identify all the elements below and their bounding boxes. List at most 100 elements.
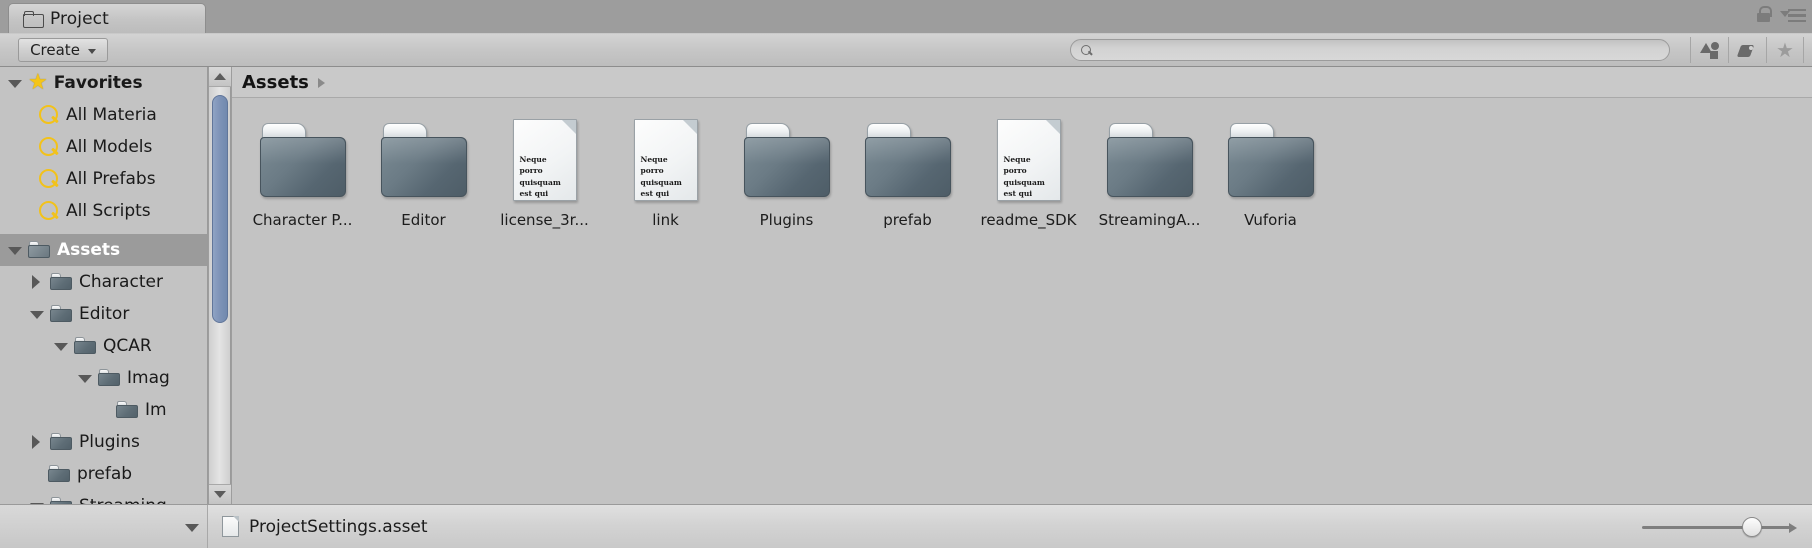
tree-item-label: All Scripts bbox=[66, 201, 151, 221]
create-button-label: Create bbox=[30, 41, 80, 59]
asset-grid: Character P... Editor Neque porro quisqu… bbox=[232, 99, 1812, 504]
triangle-down-icon[interactable] bbox=[30, 309, 44, 319]
asset-item[interactable]: Plugins bbox=[726, 117, 847, 245]
asset-icon-box bbox=[259, 117, 346, 203]
document-icon: Neque porro quisquam est qui dolorem. bbox=[996, 119, 1061, 201]
scroll-down-arrow-icon[interactable] bbox=[209, 484, 231, 504]
folder-tree-panel: ★ Favorites All Materia All Models All P… bbox=[0, 67, 208, 504]
zoom-slider-thumb[interactable] bbox=[1741, 516, 1762, 537]
asset-label: StreamingA... bbox=[1098, 211, 1201, 229]
asset-label: prefab bbox=[883, 211, 932, 229]
folder-icon bbox=[50, 433, 73, 451]
triangle-right-icon[interactable] bbox=[30, 435, 44, 449]
triangle-down-icon[interactable] bbox=[78, 373, 92, 383]
tree-item-label: All Models bbox=[66, 137, 153, 157]
star-icon: ★ bbox=[1776, 38, 1794, 62]
tab-project-label: Project bbox=[50, 8, 109, 29]
tree-item-label: Im bbox=[145, 400, 167, 420]
shapes-icon bbox=[1700, 41, 1719, 59]
triangle-down-icon[interactable] bbox=[8, 78, 22, 88]
asset-label: Plugins bbox=[759, 211, 814, 229]
document-icon bbox=[222, 516, 239, 537]
folder-icon bbox=[48, 465, 71, 483]
hamburger-menu-icon[interactable] bbox=[1780, 7, 1806, 22]
tree-item-all-materials[interactable]: All Materia bbox=[0, 99, 207, 131]
tree-item-im[interactable]: Im bbox=[0, 394, 207, 426]
magnifier-icon bbox=[38, 201, 60, 221]
label-filter-button[interactable] bbox=[1728, 37, 1766, 63]
tree-item-all-scripts[interactable]: All Scripts bbox=[0, 195, 207, 227]
folder-icon bbox=[1227, 123, 1314, 197]
asset-item[interactable]: Neque porro quisquam est qui dolorem. li… bbox=[605, 117, 726, 245]
folder-icon bbox=[98, 369, 121, 387]
folder-icon bbox=[259, 123, 346, 197]
tree-item-qcar[interactable]: QCAR bbox=[0, 330, 207, 362]
tree-item-label: All Materia bbox=[66, 105, 157, 125]
favorite-filter-button[interactable]: ★ bbox=[1766, 37, 1804, 63]
asset-item[interactable]: prefab bbox=[847, 117, 968, 245]
tree-item-label: Character bbox=[79, 272, 163, 292]
tree-item-prefab[interactable]: prefab bbox=[0, 458, 207, 490]
triangle-down-icon[interactable] bbox=[8, 245, 22, 255]
scrollbar-thumb[interactable] bbox=[212, 95, 228, 323]
scroll-up-arrow-icon[interactable] bbox=[209, 67, 231, 87]
tree-item-character[interactable]: Character bbox=[0, 266, 207, 298]
folder-icon bbox=[28, 241, 51, 259]
folder-icon bbox=[864, 123, 951, 197]
tree-item-all-models[interactable]: All Models bbox=[0, 131, 207, 163]
folder-icon bbox=[1106, 123, 1193, 197]
status-bar: ProjectSettings.asset bbox=[0, 504, 1812, 548]
asset-label: Vuforia bbox=[1244, 211, 1297, 229]
breadcrumb-item-assets[interactable]: Assets bbox=[242, 72, 309, 93]
asset-item[interactable]: Editor bbox=[363, 117, 484, 245]
tree-item-streaming[interactable]: Streaming bbox=[0, 490, 207, 504]
project-body: ★ Favorites All Materia All Models All P… bbox=[0, 67, 1812, 504]
zoom-slider-track[interactable] bbox=[1642, 522, 1797, 533]
asset-icon-box: Neque porro quisquam est qui dolorem. bbox=[512, 117, 577, 203]
tree-item-label: Plugins bbox=[79, 432, 140, 452]
asset-label: readme_SDK bbox=[980, 211, 1077, 229]
asset-item[interactable]: Vuforia bbox=[1210, 117, 1331, 245]
asset-item[interactable]: StreamingA... bbox=[1089, 117, 1210, 245]
document-preview-text: Neque porro quisquam est qui dolorem. bbox=[519, 155, 561, 198]
magnifier-icon bbox=[38, 169, 60, 189]
tree-item-all-prefabs[interactable]: All Prefabs bbox=[0, 163, 207, 195]
tree-item-label: Favorites bbox=[53, 73, 143, 93]
tree-scrollbar[interactable] bbox=[209, 67, 231, 504]
asset-icon-box: Neque porro quisquam est qui dolorem. bbox=[633, 117, 698, 203]
project-window: Project Create ★ ★ Favorites All Materia… bbox=[0, 0, 1812, 548]
asset-label: Character P... bbox=[252, 211, 353, 229]
zoom-slider[interactable] bbox=[1642, 516, 1797, 537]
asset-item[interactable]: Neque porro quisquam est qui dolorem. li… bbox=[484, 117, 605, 245]
type-filter-button[interactable] bbox=[1690, 37, 1728, 63]
folder-icon bbox=[50, 497, 73, 504]
asset-item[interactable]: Neque porro quisquam est qui dolorem. re… bbox=[968, 117, 1089, 245]
status-selection-label: ProjectSettings.asset bbox=[249, 516, 428, 537]
search-input[interactable] bbox=[1098, 42, 1659, 58]
asset-item[interactable]: Character P... bbox=[242, 117, 363, 245]
tree-item-assets[interactable]: Assets bbox=[0, 234, 207, 266]
folder-icon bbox=[50, 305, 73, 323]
tag-icon bbox=[1738, 43, 1757, 58]
asset-label: license_3r... bbox=[500, 211, 589, 229]
tree-item-editor[interactable]: Editor bbox=[0, 298, 207, 330]
tree-item-favorites[interactable]: ★ Favorites bbox=[0, 67, 207, 99]
tree-item-plugins[interactable]: Plugins bbox=[0, 426, 207, 458]
window-controls bbox=[1756, 6, 1806, 22]
tree-item-imag[interactable]: Imag bbox=[0, 362, 207, 394]
asset-label: Editor bbox=[401, 211, 446, 229]
folder-icon bbox=[50, 273, 73, 291]
asset-content-area: Assets Character P... Editor Neque porro… bbox=[232, 67, 1812, 504]
triangle-down-icon[interactable] bbox=[54, 341, 68, 351]
tab-project[interactable]: Project bbox=[8, 3, 206, 33]
magnifier-icon bbox=[38, 137, 60, 157]
search-field[interactable] bbox=[1070, 39, 1670, 61]
triangle-down-icon[interactable] bbox=[185, 522, 199, 532]
document-icon: Neque porro quisquam est qui dolorem. bbox=[633, 119, 698, 201]
breadcrumb: Assets bbox=[232, 67, 1812, 98]
tree-item-label: Editor bbox=[79, 304, 130, 324]
lock-icon[interactable] bbox=[1756, 6, 1772, 22]
triangle-right-icon[interactable] bbox=[30, 275, 44, 289]
tree-item-label: Imag bbox=[127, 368, 170, 388]
create-button[interactable]: Create bbox=[18, 38, 108, 62]
